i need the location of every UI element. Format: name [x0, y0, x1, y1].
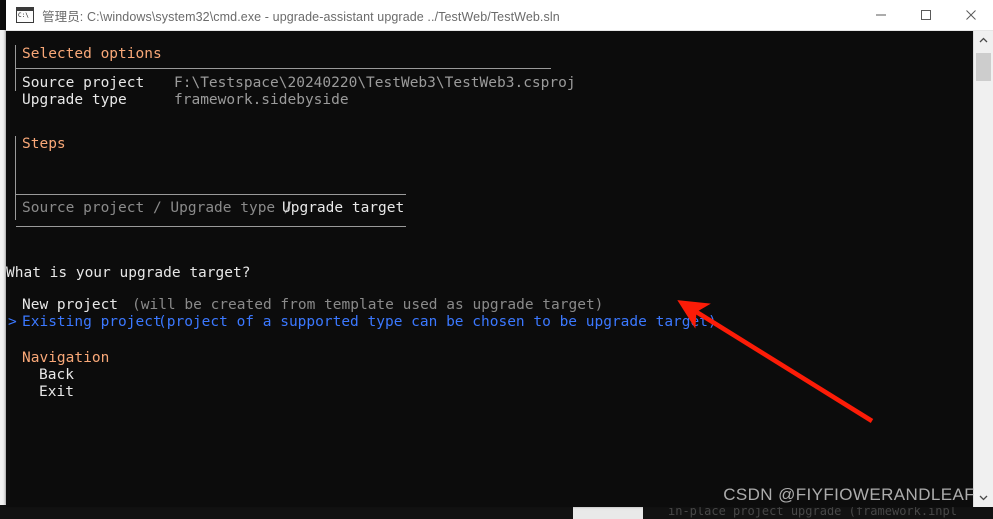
question-text: What is your upgrade target? [6, 265, 251, 281]
close-button[interactable] [948, 0, 993, 30]
steps-rule-top [16, 194, 406, 195]
scrollbar-up-arrow-icon[interactable] [974, 31, 993, 50]
window-titlebar[interactable]: 管理员: C:\windows\system32\cmd.exe - upgra… [6, 0, 993, 31]
minimize-button[interactable] [858, 0, 903, 30]
steps-left-border [15, 136, 16, 220]
steps-rule-bottom [16, 226, 406, 227]
console-scrollbar[interactable] [973, 31, 993, 507]
navigation-item-back[interactable]: Back [39, 367, 74, 384]
selected-options-heading: Selected options [22, 46, 162, 62]
chevron-up-icon [979, 37, 988, 43]
cmd-console-icon [16, 7, 34, 23]
window-controls [858, 0, 993, 30]
console-body[interactable]: Selected options Source project F:\Tests… [6, 31, 993, 507]
minimize-icon [875, 14, 886, 16]
scrollbar-thumb[interactable] [976, 53, 991, 81]
option-new-project-label[interactable]: New project [22, 297, 118, 314]
option-existing-project-marker: > [8, 314, 17, 330]
steps-breadcrumb-done: Source project / Upgrade type / [22, 200, 302, 216]
maximize-button[interactable] [903, 0, 948, 30]
console-window: 管理员: C:\windows\system32\cmd.exe - upgra… [6, 0, 993, 507]
navigation-item-exit[interactable]: Exit [39, 384, 74, 401]
close-icon [965, 10, 976, 20]
chevron-down-icon [979, 495, 988, 501]
option-new-project-description: (will be created from template used as u… [132, 297, 604, 313]
console-text-area: Selected options Source project F:\Tests… [6, 31, 974, 507]
selected-options-rule [16, 68, 551, 69]
window-title: 管理员: C:\windows\system32\cmd.exe - upgra… [42, 9, 560, 24]
selected-options-row-1-value: framework.sidebyside [174, 92, 349, 108]
steps-heading: Steps [22, 136, 66, 152]
background-bottom-highlight [573, 505, 643, 519]
scrollbar-down-arrow-icon[interactable] [974, 488, 993, 507]
csdn-watermark: CSDN @FIYFIOWERANDLEAF [723, 485, 975, 504]
steps-breadcrumb-current: Upgrade target [282, 200, 405, 216]
selected-options-row-0-label: Source project [22, 75, 145, 91]
navigation-heading: Navigation [22, 350, 110, 366]
maximize-icon [920, 10, 931, 20]
selected-options-row-1-label: Upgrade type [22, 92, 127, 108]
option-existing-project-label[interactable]: Existing project [22, 314, 162, 331]
selected-options-row-0-value: F:\Testspace\20240220\TestWeb3\TestWeb3.… [174, 75, 576, 91]
screenshot-root: in-place project upgrade (framework.inpl… [0, 0, 993, 519]
option-existing-project-description: (project of a supported type can be chos… [158, 314, 717, 330]
